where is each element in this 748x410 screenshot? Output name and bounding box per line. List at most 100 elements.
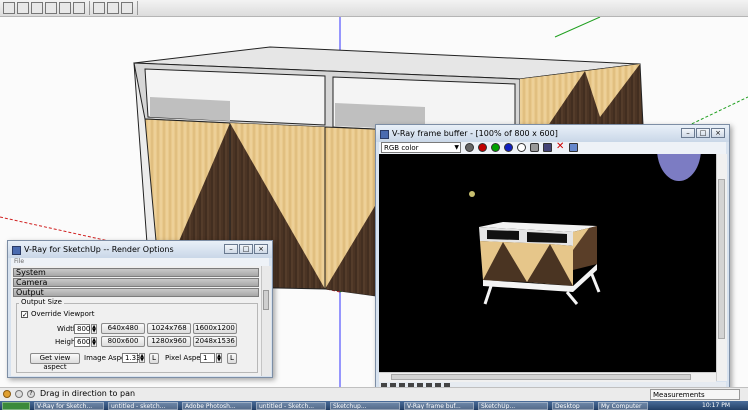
preset-1024x768-button[interactable]: 1024x768	[147, 323, 191, 334]
vfb-horizontal-scrollbar[interactable]	[379, 372, 716, 382]
rendered-image	[469, 154, 701, 305]
width-spinner[interactable]: ▲ ▼	[91, 324, 97, 334]
taskbar-item-label: SketchUp...	[481, 403, 516, 410]
channel-select[interactable]: RGB color ▼	[381, 142, 461, 153]
width-value: 800	[77, 325, 91, 333]
save-icon[interactable]	[543, 143, 552, 152]
taskbar-item-label: My Computer	[601, 403, 642, 410]
measurements-box[interactable]: Measurements	[650, 389, 740, 400]
house-icon[interactable]	[31, 2, 43, 14]
pan-icon[interactable]	[93, 2, 105, 14]
taskbar-item[interactable]: Adobe Photosh...	[182, 402, 252, 410]
blue-channel-button[interactable]	[504, 143, 513, 152]
vfb-titlebar[interactable]: V-Ray frame buffer - [100% of 800 x 600]…	[376, 125, 729, 142]
view-icon[interactable]	[73, 2, 85, 14]
pixel-aspect-field[interactable]: 1	[200, 353, 215, 363]
minimize-button[interactable]: –	[224, 244, 238, 254]
rollout-camera[interactable]: Camera	[13, 278, 259, 287]
vfb-vertical-scrollbar[interactable]	[716, 154, 727, 381]
help-icon[interactable]: ?	[27, 390, 35, 398]
geo-location-icon[interactable]	[3, 390, 11, 398]
house-icon[interactable]	[45, 2, 57, 14]
height-spinner[interactable]: ▲ ▼	[91, 337, 97, 347]
width-field[interactable]: 800	[74, 324, 90, 334]
taskbar-item[interactable]: untitled - sketch...	[108, 402, 178, 410]
file-menu[interactable]: File	[11, 258, 269, 266]
settings-icon[interactable]	[569, 143, 578, 152]
preset-1280x960-button[interactable]: 1280x960	[147, 336, 191, 347]
preset-label: 1280x960	[151, 337, 187, 345]
taskbar-item[interactable]: V-Ray for Sketch...	[34, 402, 104, 410]
lock-label: L	[152, 354, 156, 362]
credits-icon[interactable]	[15, 390, 23, 398]
height-value: 600	[77, 338, 91, 346]
toolbar-divider	[89, 1, 90, 15]
pixel-aspect-value: 1	[203, 354, 208, 362]
taskbar-item-label: untitled - sketch...	[111, 403, 166, 410]
house-icon[interactable]	[59, 2, 71, 14]
file-menu-label: File	[14, 258, 25, 265]
scrollbar-thumb[interactable]	[391, 374, 691, 380]
taskbar-item-label: Adobe Photosh...	[185, 403, 236, 410]
clock-time: 10:17 PM	[702, 402, 730, 409]
override-viewport-label: Override Viewport	[31, 310, 95, 318]
render-options-scrollbar[interactable]	[261, 266, 271, 376]
image-aspect-lock-button[interactable]: L	[149, 353, 159, 364]
channel-select-value: RGB color	[384, 144, 419, 152]
chevron-down-icon: ▼	[454, 144, 459, 151]
scrollbar-thumb[interactable]	[263, 290, 269, 310]
select-icon[interactable]	[3, 2, 15, 14]
image-aspect-spinner[interactable]: ▲ ▼	[139, 353, 145, 363]
red-channel-button[interactable]	[478, 143, 487, 152]
taskbar-item-label: Desktop	[555, 403, 580, 410]
preset-2048x1536-button[interactable]: 2048x1536	[193, 336, 237, 347]
orbit-icon[interactable]	[107, 2, 119, 14]
house-icon[interactable]	[17, 2, 29, 14]
render-options-titlebar[interactable]: V-Ray for SketchUp -- Render Options – □…	[8, 241, 272, 258]
rollout-output[interactable]: Output	[13, 288, 259, 297]
taskbar-item[interactable]: My Computer	[598, 402, 648, 410]
maximize-button[interactable]: □	[696, 128, 710, 138]
clear-icon[interactable]: ✕	[556, 141, 564, 152]
start-button[interactable]	[2, 402, 30, 410]
preset-label: 800x600	[107, 337, 139, 345]
render-canvas[interactable]	[379, 154, 716, 381]
height-field[interactable]: 600	[74, 337, 90, 347]
maximize-button[interactable]: □	[239, 244, 253, 254]
preset-label: 2048x1536	[195, 337, 235, 345]
get-view-aspect-button[interactable]: Get view aspect	[30, 353, 80, 371]
clock[interactable]: 10:17 PM	[700, 402, 746, 410]
minimize-button[interactable]: –	[681, 128, 695, 138]
scrollbar-thumb[interactable]	[718, 179, 725, 339]
taskbar-item-label: V-Ray frame buf...	[407, 403, 461, 410]
render-options-window: V-Ray for SketchUp -- Render Options – □…	[7, 240, 273, 378]
rollout-output-label: Output	[16, 288, 44, 297]
preset-800x600-button[interactable]: 800x600	[101, 336, 145, 347]
taskbar-item[interactable]: SketchUp...	[478, 402, 548, 410]
taskbar-item[interactable]: Sketchup...	[330, 402, 400, 410]
taskbar-item-label: Sketchup...	[333, 403, 367, 410]
green-channel-button[interactable]	[491, 143, 500, 152]
preset-640x480-button[interactable]: 640x480	[101, 323, 145, 334]
preset-label: 1024x768	[151, 324, 187, 332]
channel-swatch-icon[interactable]	[465, 143, 474, 152]
close-button[interactable]: ×	[711, 128, 725, 138]
pixel-aspect-lock-button[interactable]: L	[227, 353, 237, 364]
taskbar-item[interactable]: untitled - Sketch...	[256, 402, 326, 410]
image-aspect-field[interactable]: 1.333	[122, 353, 145, 363]
taskbar-item[interactable]: Desktop	[552, 402, 594, 410]
vray-icon	[12, 246, 21, 255]
override-viewport-checkbox[interactable]: ✓	[21, 311, 28, 319]
alpha-channel-button[interactable]	[517, 143, 526, 152]
preset-1600x1200-button[interactable]: 1600x1200	[193, 323, 237, 334]
lock-label: L	[230, 354, 234, 362]
zoom-icon[interactable]	[121, 2, 133, 14]
taskbar-item[interactable]: V-Ray frame buf...	[404, 402, 474, 410]
vfb-toolbar: RGB color ▼ ✕	[379, 141, 726, 154]
rollout-system[interactable]: System	[13, 268, 259, 277]
close-button[interactable]: ×	[254, 244, 268, 254]
pixel-aspect-spinner[interactable]: ▲ ▼	[216, 353, 222, 363]
taskbar-item-label: untitled - Sketch...	[259, 403, 315, 410]
mono-button[interactable]	[530, 143, 539, 152]
measurements-label: Measurements	[653, 391, 705, 399]
